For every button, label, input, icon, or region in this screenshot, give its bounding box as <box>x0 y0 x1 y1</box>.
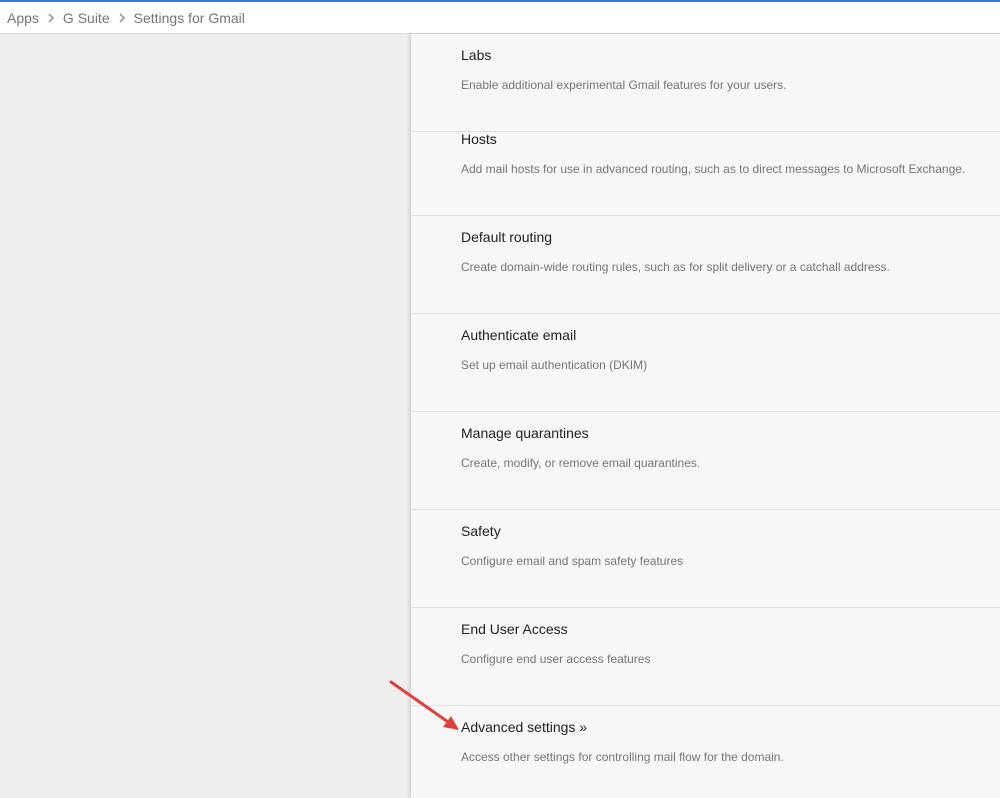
setting-description: Add mail hosts for use in advanced routi… <box>461 162 966 176</box>
breadcrumb-apps[interactable]: Apps <box>7 10 39 26</box>
setting-default-routing[interactable]: Default routing Create domain-wide routi… <box>411 216 1000 314</box>
settings-panel: Labs Enable additional experimental Gmai… <box>410 34 1000 798</box>
setting-title: Manage quarantines <box>461 425 589 441</box>
breadcrumb-g-suite[interactable]: G Suite <box>63 10 110 26</box>
setting-authenticate-email[interactable]: Authenticate email Set up email authenti… <box>411 314 1000 412</box>
breadcrumb-settings-for-gmail: Settings for Gmail <box>133 9 245 26</box>
advanced-settings-link[interactable]: Advanced settings » <box>461 719 587 735</box>
left-pane <box>0 34 410 798</box>
setting-advanced-settings[interactable]: Advanced settings » Access other setting… <box>411 706 1000 798</box>
setting-title: Authenticate email <box>461 327 577 343</box>
setting-description: Access other settings for controlling ma… <box>461 750 784 764</box>
setting-title: End User Access <box>461 621 568 637</box>
setting-title: Labs <box>461 47 492 63</box>
setting-end-user-access[interactable]: End User Access Configure end user acces… <box>411 608 1000 706</box>
chevron-right-icon <box>110 13 134 23</box>
setting-description: Create, modify, or remove email quaranti… <box>461 456 701 470</box>
setting-description: Configure email and spam safety features <box>461 554 684 568</box>
setting-description: Configure end user access features <box>461 652 651 666</box>
setting-description: Create domain-wide routing rules, such a… <box>461 260 890 274</box>
setting-description: Enable additional experimental Gmail fea… <box>461 78 787 92</box>
setting-title: Default routing <box>461 229 553 245</box>
setting-manage-quarantines[interactable]: Manage quarantines Create, modify, or re… <box>411 412 1000 510</box>
breadcrumb: Apps G Suite Settings for Gmail <box>0 2 1000 34</box>
setting-hosts[interactable]: Hosts Add mail hosts for use in advanced… <box>411 118 1000 216</box>
chevron-right-icon <box>39 13 63 23</box>
setting-title: Safety <box>461 523 501 539</box>
setting-title: Hosts <box>461 131 497 147</box>
setting-description: Set up email authentication (DKIM) <box>461 358 648 372</box>
setting-safety[interactable]: Safety Configure email and spam safety f… <box>411 510 1000 608</box>
